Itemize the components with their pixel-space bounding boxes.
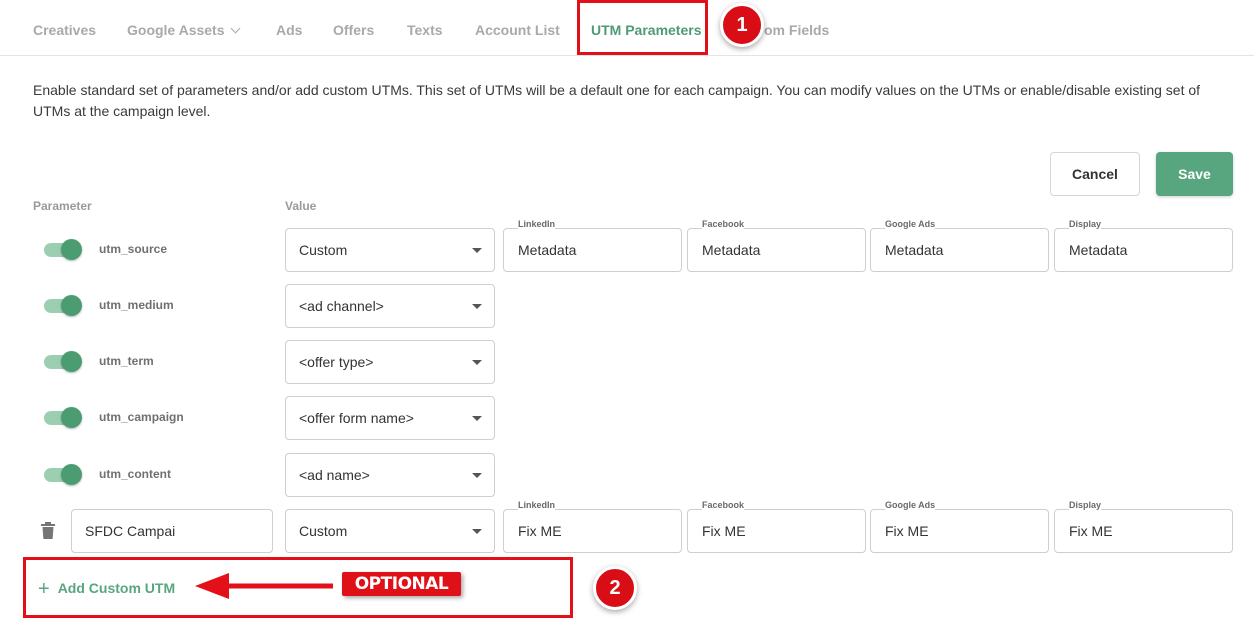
tab-google-assets[interactable]: Google Assets: [127, 0, 240, 56]
field-label-google-ads: Google Ads: [885, 219, 936, 229]
tab-account-list[interactable]: Account List: [475, 0, 560, 56]
dropdown-arrow-icon: [472, 248, 482, 253]
select-value: <offer type>: [299, 354, 374, 370]
field-label-linkedin: LinkedIn: [518, 219, 556, 229]
field-value: Fix ME: [885, 523, 929, 539]
tab-creatives[interactable]: Creatives: [33, 0, 96, 56]
annotation-optional-label: OPTIONAL: [342, 572, 461, 596]
field-value: Metadata: [702, 242, 761, 258]
utm-medium-value-select[interactable]: <ad channel>: [285, 284, 495, 328]
field-label-google-ads: Google Ads: [885, 500, 936, 510]
utm-content-value-select[interactable]: <ad name>: [285, 453, 495, 497]
utm-source-value-select[interactable]: Custom: [285, 228, 495, 272]
param-name-utm-medium: utm_medium: [99, 298, 174, 312]
tab-custom-fields[interactable]: om Fields: [764, 0, 829, 56]
field-value: Metadata: [518, 242, 577, 258]
utm-term-value-select[interactable]: <offer type>: [285, 340, 495, 384]
field-value: Fix ME: [1069, 523, 1113, 539]
page-description: Enable standard set of parameters and/or…: [33, 82, 1201, 119]
column-header-parameter: Parameter: [33, 199, 92, 213]
annotation-marker-1: 1: [720, 3, 764, 47]
utm-campaign-value-select[interactable]: <offer form name>: [285, 396, 495, 440]
annotation-arrow-icon: [195, 573, 333, 599]
dropdown-arrow-icon: [472, 304, 482, 309]
param-name-utm-source: utm_source: [99, 242, 168, 256]
select-value: Custom: [299, 523, 348, 539]
utm-medium-toggle[interactable]: [44, 295, 82, 317]
custom-utm-value-select[interactable]: Custom: [285, 509, 495, 553]
custom-utm-linkedin-field[interactable]: LinkedIn Fix ME: [503, 500, 682, 553]
field-label-facebook: Facebook: [702, 219, 745, 229]
column-header-value: Value: [285, 199, 317, 213]
dropdown-arrow-icon: [472, 473, 482, 478]
utm-source-display-field[interactable]: Display Metadata: [1054, 219, 1233, 272]
field-value: Metadata: [1069, 242, 1128, 258]
field-label-display: Display: [1069, 500, 1102, 510]
custom-utm-name-input[interactable]: [71, 509, 273, 553]
tab-offers[interactable]: Offers: [333, 0, 374, 56]
utm-source-linkedin-field[interactable]: LinkedIn Metadata: [503, 219, 682, 272]
save-button[interactable]: Save: [1156, 152, 1233, 196]
add-custom-utm-button[interactable]: + Add Custom UTM: [38, 576, 176, 600]
annotation-marker-2: 2: [593, 566, 637, 610]
select-value: <offer form name>: [299, 410, 414, 426]
param-name-utm-campaign: utm_campaign: [99, 410, 184, 424]
toggle-knob: [61, 239, 82, 260]
field-label-display: Display: [1069, 219, 1102, 229]
field-label-linkedin: LinkedIn: [518, 500, 556, 510]
utm-campaign-toggle[interactable]: [44, 407, 82, 429]
utm-content-toggle[interactable]: [44, 464, 82, 486]
field-value: Metadata: [885, 242, 944, 258]
param-name-utm-term: utm_term: [99, 354, 154, 368]
toggle-knob: [61, 295, 82, 316]
utm-source-facebook-field[interactable]: Facebook Metadata: [687, 219, 866, 272]
custom-utm-display-field[interactable]: Display Fix ME: [1054, 500, 1233, 553]
param-name-utm-content: utm_content: [99, 467, 171, 481]
utm-term-toggle[interactable]: [44, 351, 82, 373]
toggle-knob: [61, 407, 82, 428]
select-value: <ad name>: [299, 467, 370, 483]
dropdown-arrow-icon: [472, 416, 482, 421]
select-value: <ad channel>: [299, 298, 384, 314]
toggle-knob: [61, 351, 82, 372]
utm-source-toggle[interactable]: [44, 239, 82, 261]
toggle-knob: [61, 464, 82, 485]
dropdown-arrow-icon: [472, 529, 482, 534]
utm-source-google-ads-field[interactable]: Google Ads Metadata: [870, 219, 1049, 272]
dropdown-arrow-icon: [472, 360, 482, 365]
field-label-facebook: Facebook: [702, 500, 745, 510]
tab-ads[interactable]: Ads: [276, 0, 302, 56]
tab-label: Google Assets: [127, 22, 225, 38]
trash-icon[interactable]: [40, 522, 56, 540]
field-value: Fix ME: [702, 523, 746, 539]
field-value: Fix ME: [518, 523, 562, 539]
custom-utm-facebook-field[interactable]: Facebook Fix ME: [687, 500, 866, 553]
custom-utm-google-ads-field[interactable]: Google Ads Fix ME: [870, 500, 1049, 553]
add-custom-utm-label: Add Custom UTM: [57, 580, 176, 596]
cancel-button[interactable]: Cancel: [1050, 152, 1140, 196]
annotation-highlight-box: [577, 0, 708, 55]
chevron-down-icon: [230, 23, 240, 34]
tab-texts[interactable]: Texts: [407, 0, 443, 56]
plus-icon: +: [38, 578, 50, 600]
select-value: Custom: [299, 242, 348, 258]
